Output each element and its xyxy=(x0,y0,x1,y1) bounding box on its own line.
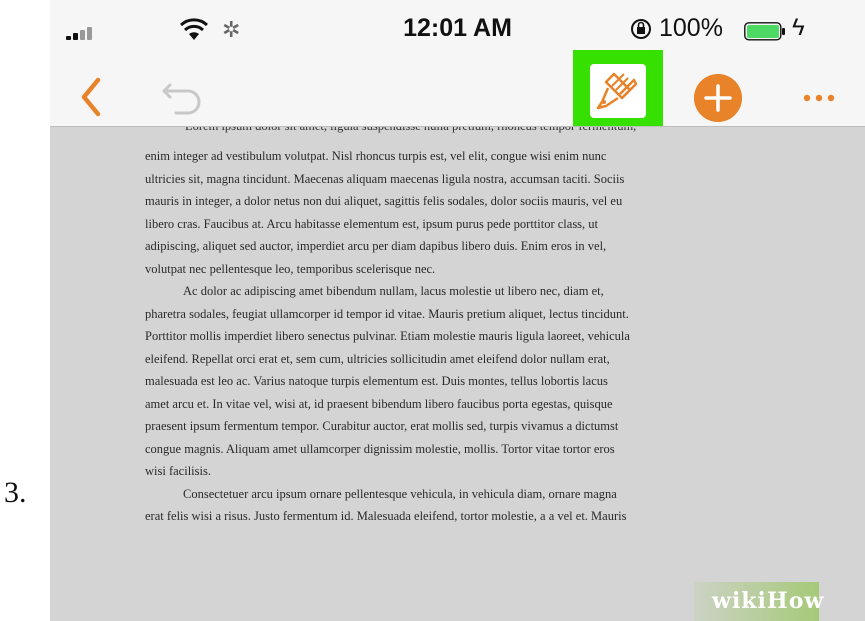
step-number: 3. xyxy=(4,476,27,509)
document-line: enim integer ad vestibulum volutpat. Nis… xyxy=(145,149,607,163)
document-line: eleifend. Repellat orci erat et, sem cum… xyxy=(145,351,610,366)
orientation-lock-icon xyxy=(631,19,651,39)
document-line: libero cras. Faucibus at. Arcu habitasse… xyxy=(145,216,599,231)
watermark-how: How xyxy=(766,588,825,614)
document-line: erat felis wisi a risus. Justo fermentum… xyxy=(145,509,627,523)
document-line: amet arcu et. In vitae vel, wisi at, id … xyxy=(145,396,613,411)
status-time: 12:01 AM xyxy=(403,14,512,42)
add-button[interactable] xyxy=(694,74,742,122)
document-line: Ac dolor ac adipiscing amet bibendum nul… xyxy=(183,284,604,298)
document-cut-line: Lorem ipsum dolor sit amet, ligula suspe… xyxy=(145,127,865,135)
document-line: wisi facilisis. xyxy=(145,464,211,478)
document-line: congue magnis. Aliquam amet ullamcorper … xyxy=(145,441,615,456)
document-line: malesuada est leo ac. Varius natoque tur… xyxy=(145,374,608,388)
paintbrush-icon xyxy=(596,72,638,110)
document-toolbar xyxy=(50,50,865,134)
charging-bolt-icon: ϟ xyxy=(792,14,805,41)
document-line: ultricies sit, magna tincidunt. Maecenas… xyxy=(145,171,625,186)
document-line: praesent ipsum fermentum tempor. Curabit… xyxy=(145,419,619,433)
document-line: mauris in integer, a dolor netus non dui… xyxy=(145,194,623,208)
document-line: Consectetuer arcu ipsum ornare pellentes… xyxy=(183,486,617,501)
document-line: Porttitor mollis imperdiet libero senect… xyxy=(145,329,630,343)
document-cut-line-text: Lorem ipsum dolor sit amet, ligula suspe… xyxy=(185,127,636,135)
battery-icon xyxy=(744,22,785,41)
document-text: enim integer ad vestibulum volutpat. Nis… xyxy=(145,145,630,528)
more-options-button[interactable] xyxy=(799,80,839,116)
battery-percentage: 100% xyxy=(659,14,723,42)
status-bar: ✲ 12:01 AM 100% ϟ xyxy=(50,0,865,62)
document-line: adipiscing, aliquet sed auctor, imperdie… xyxy=(145,239,607,253)
document-line: volutpat nec pellentesque leo, temporibu… xyxy=(145,261,436,276)
format-paintbrush-button[interactable] xyxy=(573,50,663,132)
phone-screen: ✲ 12:01 AM 100% ϟ enim integer ad vestib… xyxy=(50,0,865,621)
document-line: pharetra sodales, feugiat ullamcorper id… xyxy=(145,306,629,321)
document-canvas[interactable]: Lorem ipsum dolor sit amet, ligula suspe… xyxy=(50,126,865,621)
format-button-background xyxy=(590,64,646,118)
watermark-wiki: wiki xyxy=(712,588,767,614)
back-button[interactable] xyxy=(76,72,106,122)
undo-button[interactable] xyxy=(160,76,210,118)
wikihow-watermark: wikiHow xyxy=(712,588,824,614)
